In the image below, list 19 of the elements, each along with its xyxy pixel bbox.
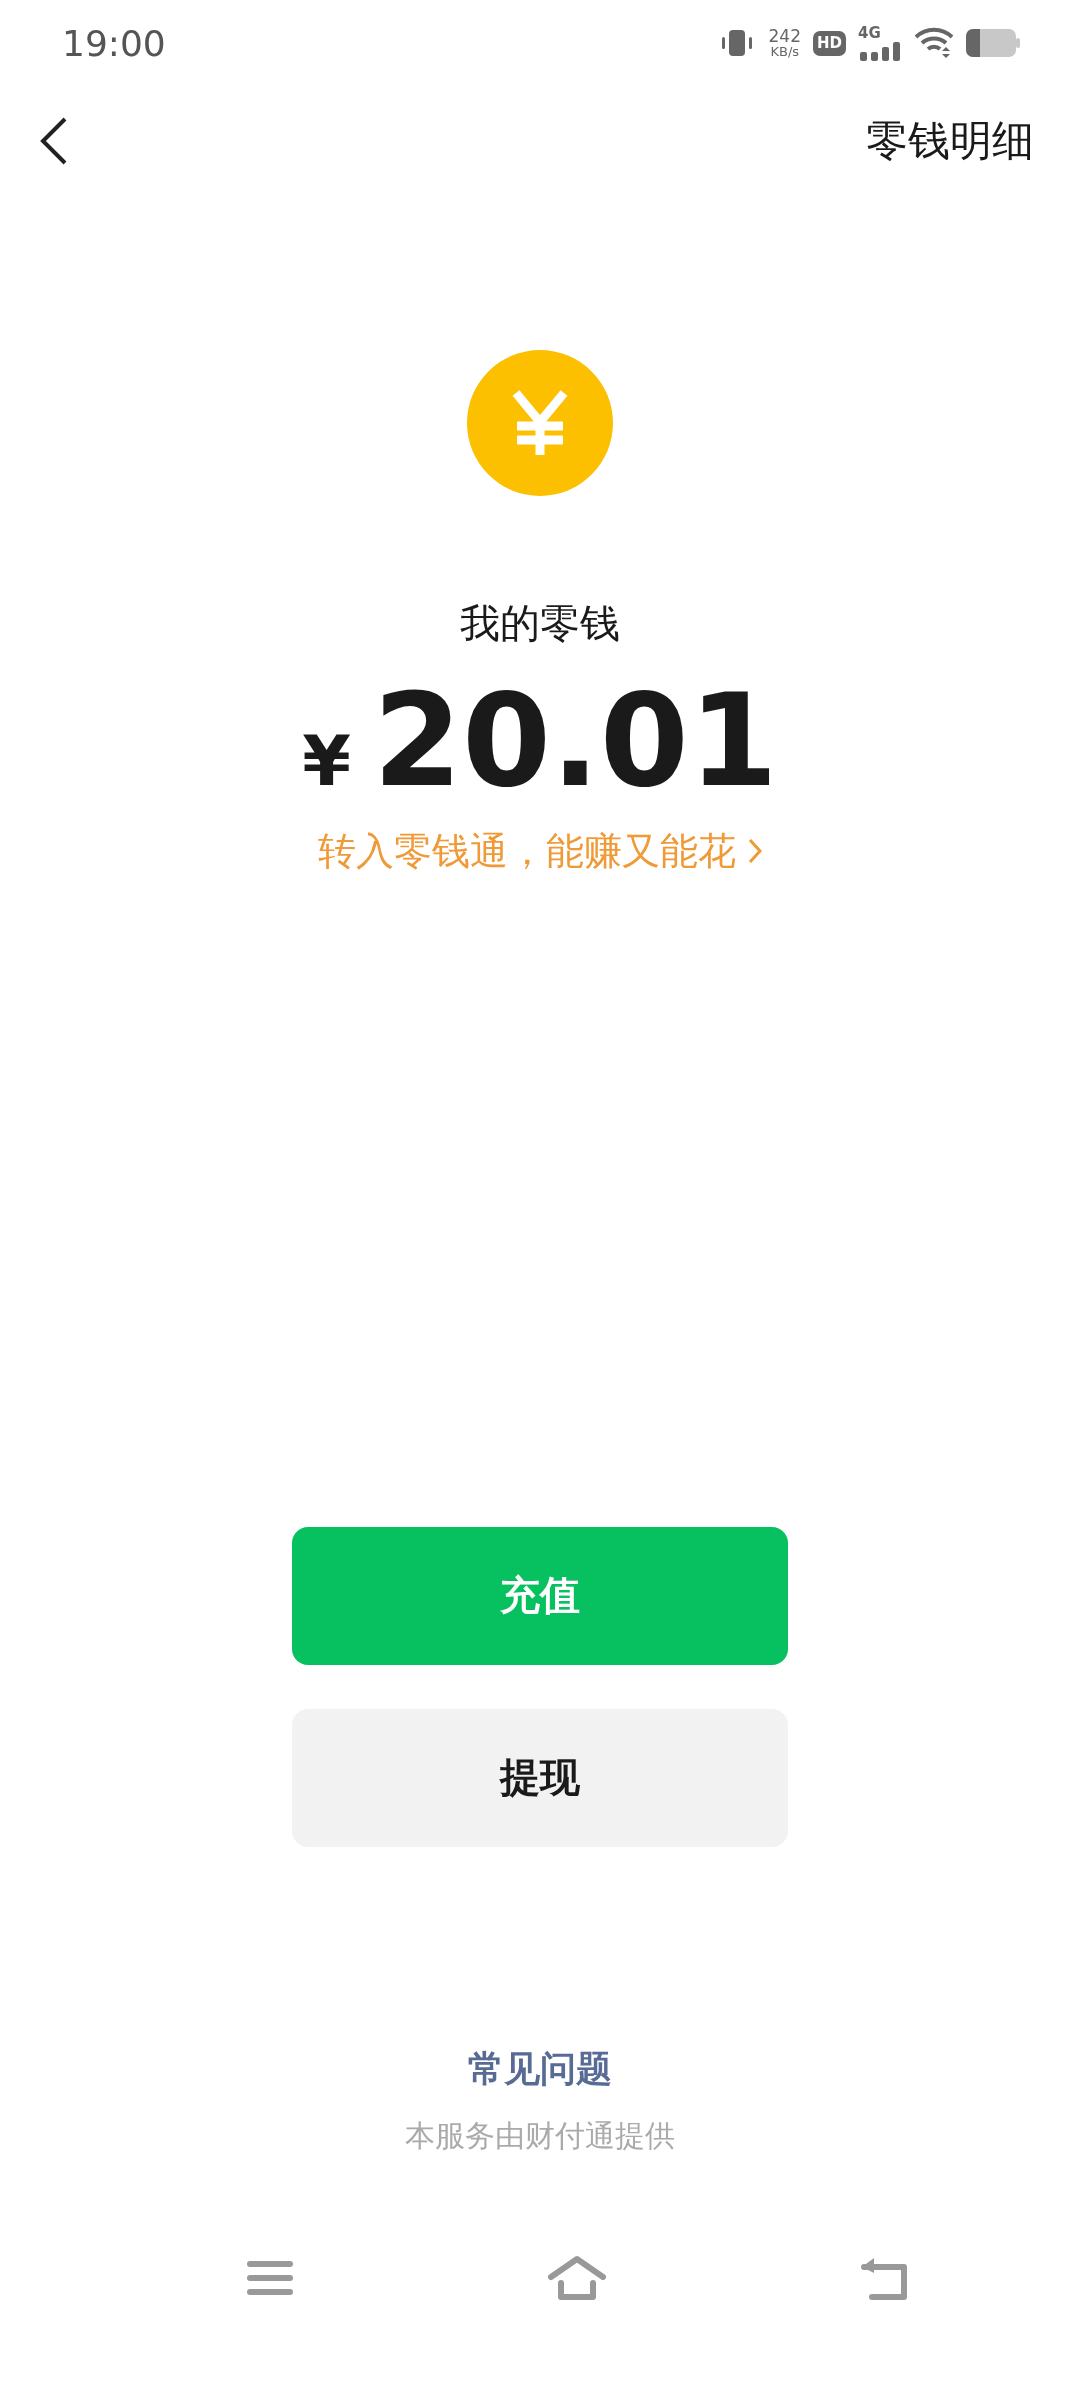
signal-icon — [858, 40, 902, 61]
hd-badge: HD — [813, 30, 846, 56]
back-icon[interactable] — [40, 117, 68, 165]
coin-icon — [467, 350, 613, 496]
speed-unit: KB/s — [770, 45, 800, 58]
network-label: 4G — [858, 25, 881, 41]
chevron-icon[interactable] — [748, 838, 762, 865]
currency-symbol: ¥ — [302, 720, 351, 802]
battery-icon — [966, 29, 1020, 57]
balance-label: 我的零钱 — [460, 599, 620, 648]
provider-note: 本服务由财付通提供 — [405, 2116, 675, 2155]
balance-amount: 20.01 — [372, 671, 778, 812]
status-time: 19:00 — [62, 22, 166, 64]
details-link[interactable]: 零钱明细 — [866, 113, 1034, 169]
home-icon[interactable] — [547, 2254, 607, 2301]
wifi-icon — [914, 27, 954, 59]
speed-value: 242 — [768, 28, 801, 45]
faq-link[interactable]: 常见问题 — [468, 2044, 612, 2094]
action-button[interactable]: 提现 — [292, 1708, 788, 1847]
